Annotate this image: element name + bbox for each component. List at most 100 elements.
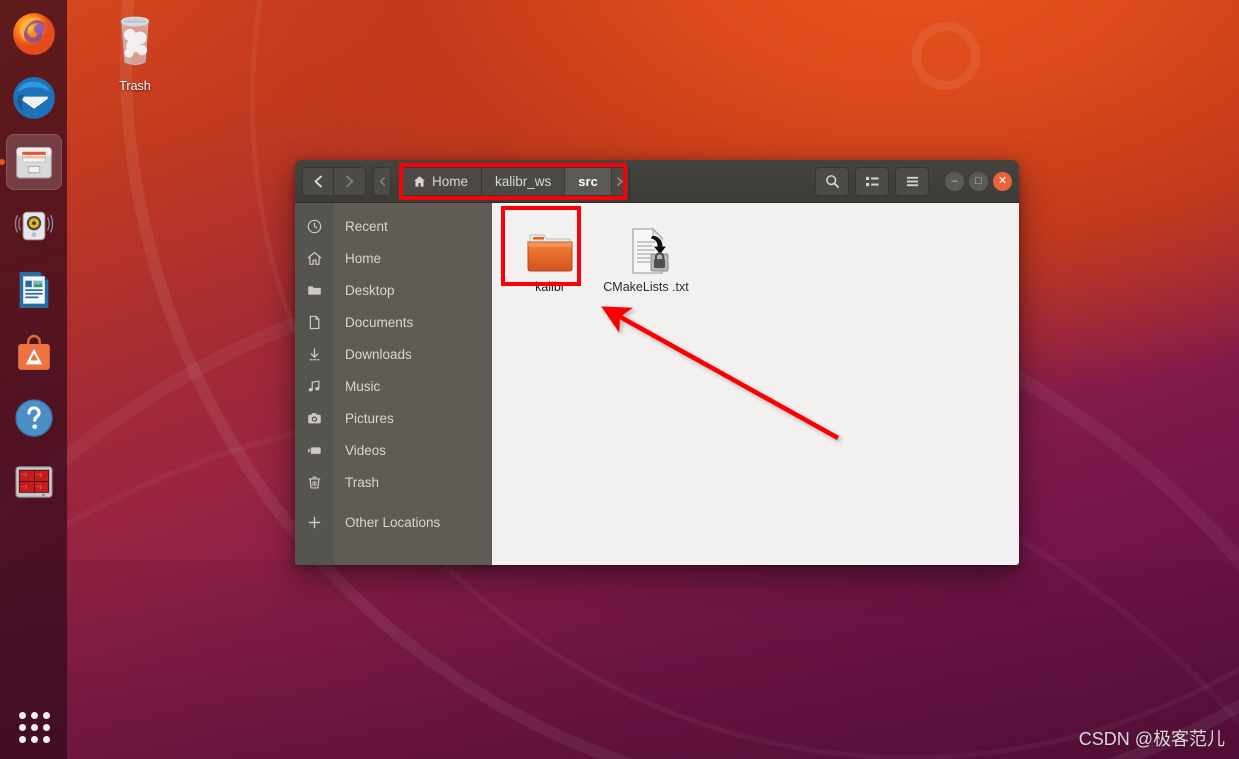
breadcrumb: Home kalibr_ws src <box>399 166 630 196</box>
clock-icon <box>295 219 334 234</box>
svg-text:~$: ~$ <box>36 484 42 490</box>
sidebar-item-label: Pictures <box>345 410 394 426</box>
wallpaper-lower-band <box>0 560 1239 759</box>
svg-text:~$: ~$ <box>21 472 27 478</box>
document-icon <box>295 315 334 330</box>
file-item-kalibr[interactable]: kalibr <box>502 215 598 303</box>
sidebar-item-trash[interactable]: Trash <box>295 466 492 498</box>
sidebar-item-other-locations[interactable]: Other Locations <box>295 506 492 538</box>
breadcrumb-label: kalibr_ws <box>495 173 552 189</box>
ubuntu-software-icon <box>17 334 50 370</box>
sidebar-item-home[interactable]: Home <box>295 242 492 274</box>
breadcrumb-overflow-button[interactable] <box>373 166 391 196</box>
header-right-tools: – □ ✕ <box>815 166 1012 196</box>
thunderbird-icon <box>12 77 55 119</box>
sidebar-item-downloads[interactable]: Downloads <box>295 338 492 370</box>
breadcrumb-next-chevron[interactable] <box>611 167 629 195</box>
sidebar-item-music[interactable]: Music <box>295 370 492 402</box>
wallpaper-circle <box>912 22 980 90</box>
terminal-icon: ~$ ~$ ~$ ~$ <box>15 466 52 498</box>
sidebar-item-label: Documents <box>345 314 414 330</box>
file-list-view[interactable]: kalibr CMakeLists .txt <box>492 203 1019 565</box>
rhythmbox-icon <box>14 211 53 241</box>
show-applications-button[interactable] <box>6 701 62 751</box>
forward-button[interactable] <box>334 166 366 196</box>
apps-grid-icon <box>18 712 26 719</box>
maximize-button[interactable]: □ <box>969 171 988 191</box>
search-button[interactable] <box>815 166 849 196</box>
desktop: Trash ~$ ~$ ~$ ~$ Home kalibr_ws src – □… <box>0 0 1239 759</box>
file-item-label: CMakeLists .txt <box>603 280 689 294</box>
places-sidebar: Recent Home Desktop Documents Downloads … <box>295 203 492 565</box>
file-item-cmakelists[interactable]: CMakeLists .txt <box>598 215 694 303</box>
sidebar-item-label: Trash <box>345 474 380 490</box>
breadcrumb-label: src <box>578 173 598 189</box>
trash-icon <box>295 475 334 490</box>
camera-icon <box>295 411 334 426</box>
hamburger-menu-icon <box>906 176 918 186</box>
chevron-left-small-icon <box>378 176 385 186</box>
ubuntu-dock: ~$ ~$ ~$ ~$ <box>0 0 67 759</box>
sidebar-item-label: Desktop <box>345 282 395 298</box>
svg-text:~$: ~$ <box>36 472 42 478</box>
dock-item-libreoffice-writer[interactable] <box>6 262 62 318</box>
dock-item-thunderbird[interactable] <box>6 70 62 126</box>
video-icon <box>295 443 334 458</box>
sidebar-item-label: Home <box>345 250 382 266</box>
sidebar-item-documents[interactable]: Documents <box>295 306 492 338</box>
close-button[interactable]: ✕ <box>993 171 1012 191</box>
sidebar-item-label: Downloads <box>345 346 412 362</box>
svg-text:~$: ~$ <box>21 484 27 490</box>
sidebar-separator <box>295 498 492 506</box>
sidebar-item-desktop[interactable]: Desktop <box>295 274 492 306</box>
view-list-icon <box>865 176 879 186</box>
chevron-left-icon <box>314 175 322 187</box>
dock-item-firefox[interactable] <box>6 6 62 62</box>
file-item-label: kalibr <box>535 280 565 294</box>
home-icon <box>414 175 425 187</box>
breadcrumb-item-src[interactable]: src <box>565 167 612 195</box>
libreoffice-writer-icon <box>19 272 48 308</box>
window-body: Recent Home Desktop Documents Downloads … <box>295 203 1019 565</box>
download-arrow-icon <box>295 347 334 362</box>
firefox-icon <box>12 13 55 55</box>
music-note-icon <box>295 379 334 394</box>
search-icon <box>825 174 839 188</box>
text-file-symlink-locked-icon <box>620 221 672 275</box>
help-icon <box>14 399 53 437</box>
navigation-buttons <box>302 166 366 196</box>
folder-orange-icon <box>524 221 576 275</box>
folder-icon <box>295 283 334 298</box>
trash-icon <box>120 16 150 66</box>
dock-item-files[interactable] <box>5 134 62 190</box>
sidebar-item-label: Music <box>345 378 381 394</box>
breadcrumb-item-home[interactable]: Home <box>400 167 483 195</box>
dock-item-terminal[interactable]: ~$ ~$ ~$ ~$ <box>6 454 62 510</box>
desktop-trash-label: Trash <box>119 79 151 93</box>
sidebar-item-label: Videos <box>345 442 387 458</box>
plus-icon <box>295 515 334 530</box>
breadcrumb-label: Home <box>432 173 469 189</box>
chevron-right-icon <box>346 175 354 187</box>
file-manager-window: Home kalibr_ws src – □ ✕ Recent Home Des… <box>295 160 1019 565</box>
window-controls: – □ ✕ <box>945 171 1012 191</box>
sidebar-item-videos[interactable]: Videos <box>295 434 492 466</box>
chevron-right-small-icon <box>617 176 623 186</box>
back-button[interactable] <box>302 166 334 196</box>
home-icon <box>295 251 334 266</box>
breadcrumb-item-kalibr-ws[interactable]: kalibr_ws <box>482 167 566 195</box>
sidebar-item-label: Other Locations <box>345 514 441 530</box>
window-header-bar: Home kalibr_ws src – □ ✕ <box>295 160 1019 203</box>
view-options-button[interactable] <box>855 166 889 196</box>
menu-button[interactable] <box>895 166 929 196</box>
sidebar-item-recent[interactable]: Recent <box>295 210 492 242</box>
dock-item-help[interactable] <box>6 390 62 446</box>
sidebar-item-pictures[interactable]: Pictures <box>295 402 492 434</box>
csdn-watermark: CSDN @极客范儿 <box>1078 729 1225 749</box>
sidebar-item-label: Recent <box>345 218 388 234</box>
dock-item-rhythmbox[interactable] <box>6 198 62 254</box>
minimize-button[interactable]: – <box>945 171 964 191</box>
files-icon <box>15 147 52 179</box>
desktop-trash-icon[interactable]: Trash <box>103 8 167 93</box>
dock-item-ubuntu-software[interactable] <box>6 326 62 382</box>
